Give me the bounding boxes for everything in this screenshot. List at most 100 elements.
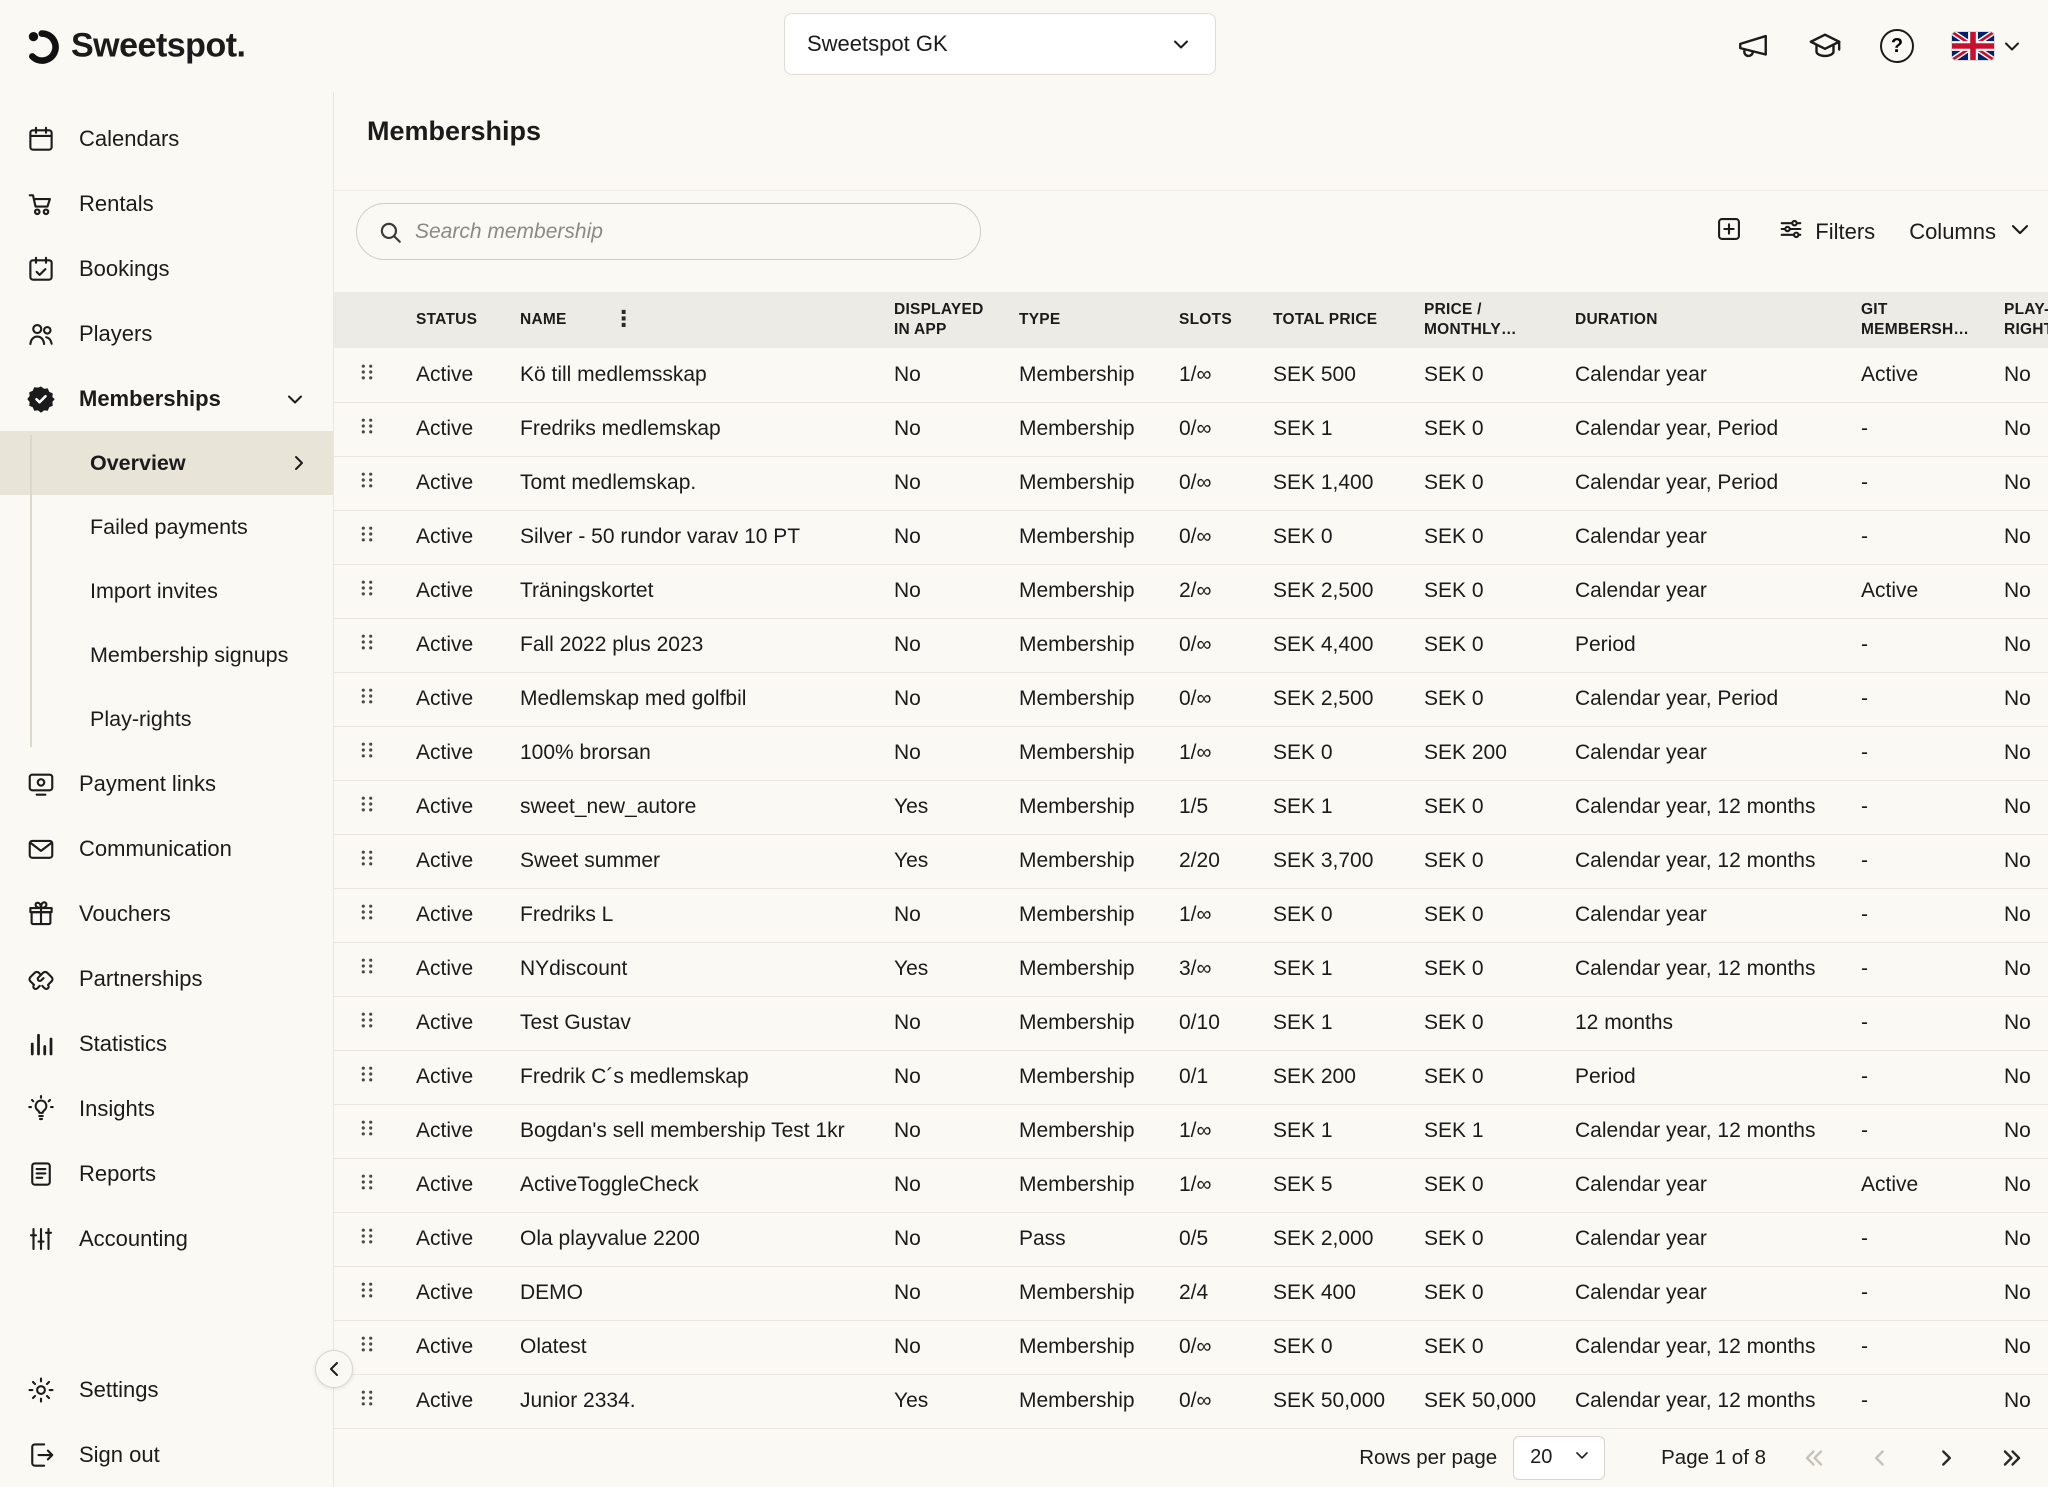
drag-handle-icon[interactable] [359, 1119, 375, 1137]
sidebar-item-communication[interactable]: Communication [0, 816, 333, 881]
rows-per-page-select[interactable]: 20 [1513, 1436, 1605, 1480]
add-membership-button[interactable] [1715, 215, 1743, 249]
columns-button[interactable]: Columns [1909, 215, 2034, 249]
sidebar-item-calendars[interactable]: Calendars [0, 106, 333, 171]
sidebar-item-memberships[interactable]: Memberships [0, 366, 333, 431]
filters-button[interactable]: Filters [1777, 215, 1875, 249]
cell-total-price: SEK 0 [1257, 888, 1408, 942]
submenu-item-play-rights[interactable]: Play-rights [0, 687, 333, 751]
sidebar-item-label: Payment links [79, 771, 216, 797]
announcements-button[interactable] [1736, 29, 1770, 63]
submenu-item-import-invites[interactable]: Import invites [0, 559, 333, 623]
drag-handle-icon[interactable] [359, 1173, 375, 1191]
table-row[interactable]: Active 100% brorsan No Membership 1/∞ SE… [334, 726, 2048, 780]
sidebar-item-accounting[interactable]: Accounting [0, 1206, 333, 1271]
drag-handle-icon[interactable] [359, 687, 375, 705]
table-row[interactable]: Active DEMO No Membership 2/4 SEK 400 SE… [334, 1266, 2048, 1320]
cell-duration: Calendar year, 12 months [1559, 942, 1845, 996]
drag-handle-icon[interactable] [359, 795, 375, 813]
sidebar-item-vouchers[interactable]: Vouchers [0, 881, 333, 946]
sidebar-item-settings[interactable]: Settings [0, 1357, 333, 1422]
drag-handle-icon[interactable] [359, 1011, 375, 1029]
drag-handle-icon[interactable] [359, 471, 375, 489]
table-row[interactable]: Active Silver - 50 rundor varav 10 PT No… [334, 510, 2048, 564]
drag-handle-icon[interactable] [359, 525, 375, 543]
table-row[interactable]: Active Kö till medlemsskap No Membership… [334, 348, 2048, 402]
cell-type: Membership [1003, 942, 1163, 996]
drag-handle-icon[interactable] [359, 579, 375, 597]
cell-name: Olatest [504, 1320, 878, 1374]
sidebar-item-payment-links[interactable]: Payment links [0, 751, 333, 816]
table-row[interactable]: Active Junior 2334. Yes Membership 0/∞ S… [334, 1374, 2048, 1428]
next-page-button[interactable] [1928, 1440, 1964, 1476]
previous-page-button[interactable] [1862, 1440, 1898, 1476]
cell-type: Membership [1003, 1158, 1163, 1212]
table-row[interactable]: Active Bogdan's sell membership Test 1kr… [334, 1104, 2048, 1158]
table-row[interactable]: Active Sweet summer Yes Membership 2/20 … [334, 834, 2048, 888]
table-row[interactable]: Active Tomt medlemskap. No Membership 0/… [334, 456, 2048, 510]
cell-price-monthly: SEK 0 [1408, 348, 1559, 402]
drag-handle-icon[interactable] [359, 1227, 375, 1245]
cell-slots: 0/∞ [1163, 510, 1257, 564]
gift-icon [26, 899, 56, 929]
submenu-item-failed-payments[interactable]: Failed payments [0, 495, 333, 559]
drag-handle-icon[interactable] [359, 849, 375, 867]
cell-displayed-in-app: No [878, 456, 1003, 510]
cell-displayed-in-app: No [878, 1320, 1003, 1374]
search-input[interactable] [415, 220, 970, 244]
cell-name: Test Gustav [504, 996, 878, 1050]
submenu-item-membership-signups[interactable]: Membership signups [0, 623, 333, 687]
table-row[interactable]: Active ActiveToggleCheck No Membership 1… [334, 1158, 2048, 1212]
table-row[interactable]: Active Fall 2022 plus 2023 No Membership… [334, 618, 2048, 672]
sidebar-collapse-button[interactable] [315, 1350, 353, 1388]
sidebar-item-partnerships[interactable]: Partnerships [0, 946, 333, 1011]
submenu-item-overview[interactable]: Overview [0, 431, 333, 495]
cell-duration: Calendar year, Period [1559, 672, 1845, 726]
drag-handle-icon[interactable] [359, 363, 375, 381]
drag-handle-icon[interactable] [359, 1389, 375, 1407]
sidebar-item-statistics[interactable]: Statistics [0, 1011, 333, 1076]
sidebar-item-insights[interactable]: Insights [0, 1076, 333, 1141]
drag-handle-icon[interactable] [359, 633, 375, 651]
logo[interactable]: Sweetspot. [26, 27, 245, 66]
help-button[interactable]: ? [1880, 29, 1914, 63]
drag-handle-icon[interactable] [359, 417, 375, 435]
drag-handle-icon[interactable] [359, 1281, 375, 1299]
table-row[interactable]: Active Medlemskap med golfbil No Members… [334, 672, 2048, 726]
sidebar-item-sign-out[interactable]: Sign out [0, 1422, 333, 1487]
first-page-button[interactable] [1796, 1440, 1832, 1476]
club-selector[interactable]: Sweetspot GK [784, 13, 1216, 75]
columns-label: Columns [1909, 219, 1996, 245]
cell-duration: Calendar year [1559, 348, 1845, 402]
table-row[interactable]: Active Fredriks L No Membership 1/∞ SEK … [334, 888, 2048, 942]
drag-handle-icon[interactable] [359, 1065, 375, 1083]
drag-handle-icon[interactable] [359, 957, 375, 975]
drag-handle-icon[interactable] [359, 1335, 375, 1353]
table-row[interactable]: Active Test Gustav No Membership 0/10 SE… [334, 996, 2048, 1050]
table-row[interactable]: Active Fredrik C´s medlemskap No Members… [334, 1050, 2048, 1104]
sidebar-item-reports[interactable]: Reports [0, 1141, 333, 1206]
sidebar-item-bookings[interactable]: Bookings [0, 236, 333, 301]
cell-displayed-in-app: No [878, 1050, 1003, 1104]
cell-total-price: SEK 1 [1257, 996, 1408, 1050]
table-row[interactable]: Active NYdiscount Yes Membership 3/∞ SEK… [334, 942, 2048, 996]
cell-displayed-in-app: Yes [878, 780, 1003, 834]
cell-price-monthly: SEK 0 [1408, 1266, 1559, 1320]
academy-button[interactable] [1808, 29, 1842, 63]
cell-duration: Period [1559, 1050, 1845, 1104]
cell-price-monthly: SEK 0 [1408, 1320, 1559, 1374]
last-page-button[interactable] [1994, 1440, 2030, 1476]
table-row[interactable]: Active Ola playvalue 2200 No Pass 0/5 SE… [334, 1212, 2048, 1266]
table-row[interactable]: Active Träningskortet No Membership 2/∞ … [334, 564, 2048, 618]
sidebar-item-players[interactable]: Players [0, 301, 333, 366]
language-selector[interactable] [1952, 32, 2024, 60]
table-row[interactable]: Active Olatest No Membership 0/∞ SEK 0 S… [334, 1320, 2048, 1374]
sidebar-item-rentals[interactable]: Rentals [0, 171, 333, 236]
table-row[interactable]: Active sweet_new_autore Yes Membership 1… [334, 780, 2048, 834]
column-menu-icon[interactable]: ⋮ [613, 309, 635, 331]
cell-play-right: No [1988, 888, 2048, 942]
drag-handle-icon[interactable] [359, 741, 375, 759]
drag-handle-icon[interactable] [359, 903, 375, 921]
table-row[interactable]: Active Fredriks medlemskap No Membership… [334, 402, 2048, 456]
cell-git-membership: - [1845, 402, 1988, 456]
